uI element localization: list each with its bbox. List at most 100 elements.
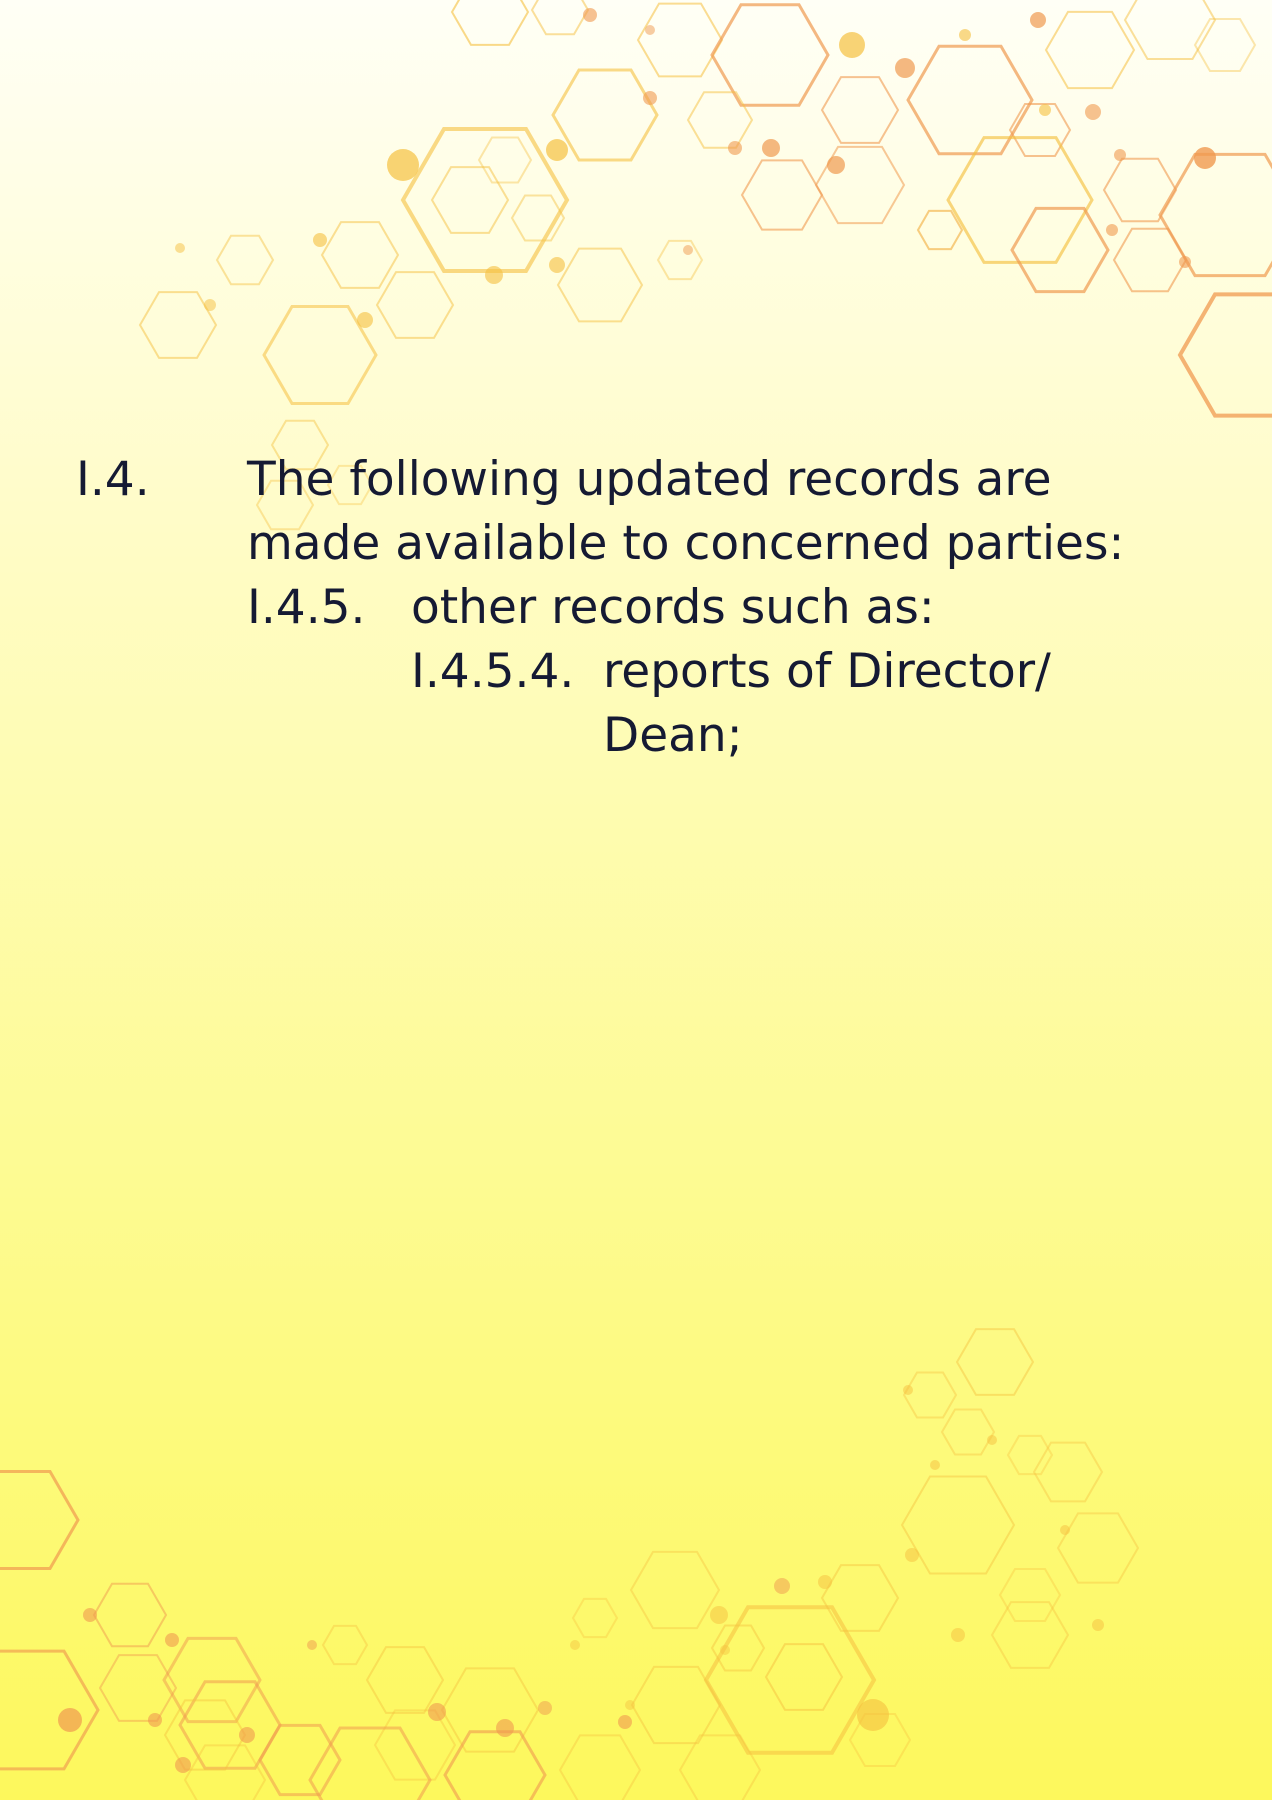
hexagon-shape (1158, 152, 1272, 278)
hexagon-shape (1044, 10, 1136, 90)
node-dot (683, 245, 693, 255)
node-dot (148, 1713, 162, 1727)
hexagon-shape (998, 1568, 1062, 1622)
hexagon-shape (530, 0, 590, 36)
hexagon-shape (178, 1680, 282, 1770)
hexagon-shape (1010, 206, 1110, 294)
hexagon-shape (373, 1709, 457, 1781)
hexagon-shape (571, 1597, 619, 1639)
node-dot (307, 1640, 317, 1650)
node-dot (1085, 104, 1101, 120)
hexagon-shape (321, 1624, 369, 1666)
hexagon-shape (162, 1636, 262, 1724)
node-dot (1114, 149, 1126, 161)
hexagon-shape (183, 1744, 267, 1800)
hexagon-shape (215, 234, 275, 286)
node-dot (827, 156, 845, 174)
node-dot (618, 1715, 632, 1729)
clause-1-4-5-4-text-line-2: Dean; (603, 708, 743, 763)
node-dot (762, 139, 780, 157)
node-dot (1092, 1619, 1104, 1631)
hexagon-shape (1008, 103, 1072, 157)
hexagon-shape (98, 1654, 178, 1722)
node-dot (903, 1385, 913, 1395)
clause-1-4-text-line-2: made available to concerned parties: (247, 516, 1125, 571)
node-dot (1194, 147, 1216, 169)
clause-1-4-5-4-text-line-1: reports of Director/ (603, 644, 1051, 699)
clause-1-4-number: I.4. (76, 452, 150, 507)
node-dot (570, 1640, 580, 1650)
node-dot (774, 1578, 790, 1594)
hexagon-shape (258, 1723, 342, 1797)
hexagon-shape (365, 1646, 445, 1714)
hexagon-shape (848, 1713, 912, 1767)
hexagon-pattern-decoration (0, 0, 1272, 1800)
hexagon-shape (955, 1328, 1035, 1396)
hexagon-shape (138, 291, 218, 359)
hexagon-shape (450, 0, 530, 46)
hexagon-shape (262, 305, 378, 405)
hexagon-shape (636, 2, 724, 78)
node-dot (728, 141, 742, 155)
hexagon-shape (320, 221, 400, 289)
node-dot (987, 1435, 997, 1445)
hexagon-shape (678, 1734, 762, 1800)
hexagon-shape (443, 1730, 547, 1800)
node-dot (387, 149, 419, 181)
hexagon-shape (551, 68, 659, 162)
node-dot (643, 91, 657, 105)
hexagon-shape (703, 1605, 877, 1755)
hexagon-shape (1112, 227, 1188, 293)
node-dot (538, 1701, 552, 1715)
hexagon-shape (820, 76, 900, 144)
hexagon-shape (92, 1582, 168, 1648)
hexagon-shape (1006, 1434, 1054, 1476)
hexagon-shape (656, 239, 704, 281)
node-dot (428, 1703, 446, 1721)
node-dot (83, 1608, 97, 1622)
hexagon-shape (400, 127, 570, 273)
node-dot (895, 58, 915, 78)
hexagon-shape (900, 1475, 1016, 1575)
hexagon-shape (820, 1564, 900, 1632)
hexagon-shape (430, 166, 510, 234)
node-dot (818, 1575, 832, 1589)
hexagon-shape (1032, 1441, 1104, 1503)
hexagon-shape (710, 3, 830, 107)
hexagon-shape (0, 1470, 80, 1570)
node-dot (165, 1633, 179, 1647)
hexagon-shape (510, 194, 566, 242)
clause-1-4-5-text-line-1: other records such as: (411, 580, 935, 635)
node-dot (1060, 1525, 1070, 1535)
hexagon-shape (1102, 157, 1178, 223)
hexagon-shape (740, 159, 824, 231)
clause-1-4-5-4-number: I.4.5.4. (411, 644, 575, 699)
node-dot (485, 266, 503, 284)
node-dot (58, 1708, 82, 1732)
node-dot (710, 1606, 728, 1624)
hexagon-shape (764, 1643, 844, 1711)
node-dot (1106, 224, 1118, 236)
hexagon-shape (902, 1371, 958, 1419)
hexagon-shape (0, 1649, 100, 1771)
hexagon-shape (814, 145, 906, 225)
node-dot (1179, 256, 1191, 268)
hexagon-shape (906, 44, 1034, 156)
node-dot (930, 1460, 940, 1470)
node-dot (1039, 104, 1051, 116)
node-dot (175, 243, 185, 253)
node-dot (175, 1757, 191, 1773)
hexagon-shape (556, 247, 644, 323)
hexagon-shape (477, 136, 533, 184)
node-dot (959, 29, 971, 41)
node-dot (720, 1645, 730, 1655)
node-dot (905, 1548, 919, 1562)
hexagon-shape (308, 1726, 432, 1800)
hexagon-shape (1056, 1512, 1140, 1584)
node-dot (583, 8, 597, 22)
hexagon-shape (916, 209, 964, 251)
node-dot (1030, 12, 1046, 28)
clause-1-4-text-line-1: The following updated records are (247, 452, 1052, 507)
node-dot (857, 1699, 889, 1731)
node-dot (313, 233, 327, 247)
